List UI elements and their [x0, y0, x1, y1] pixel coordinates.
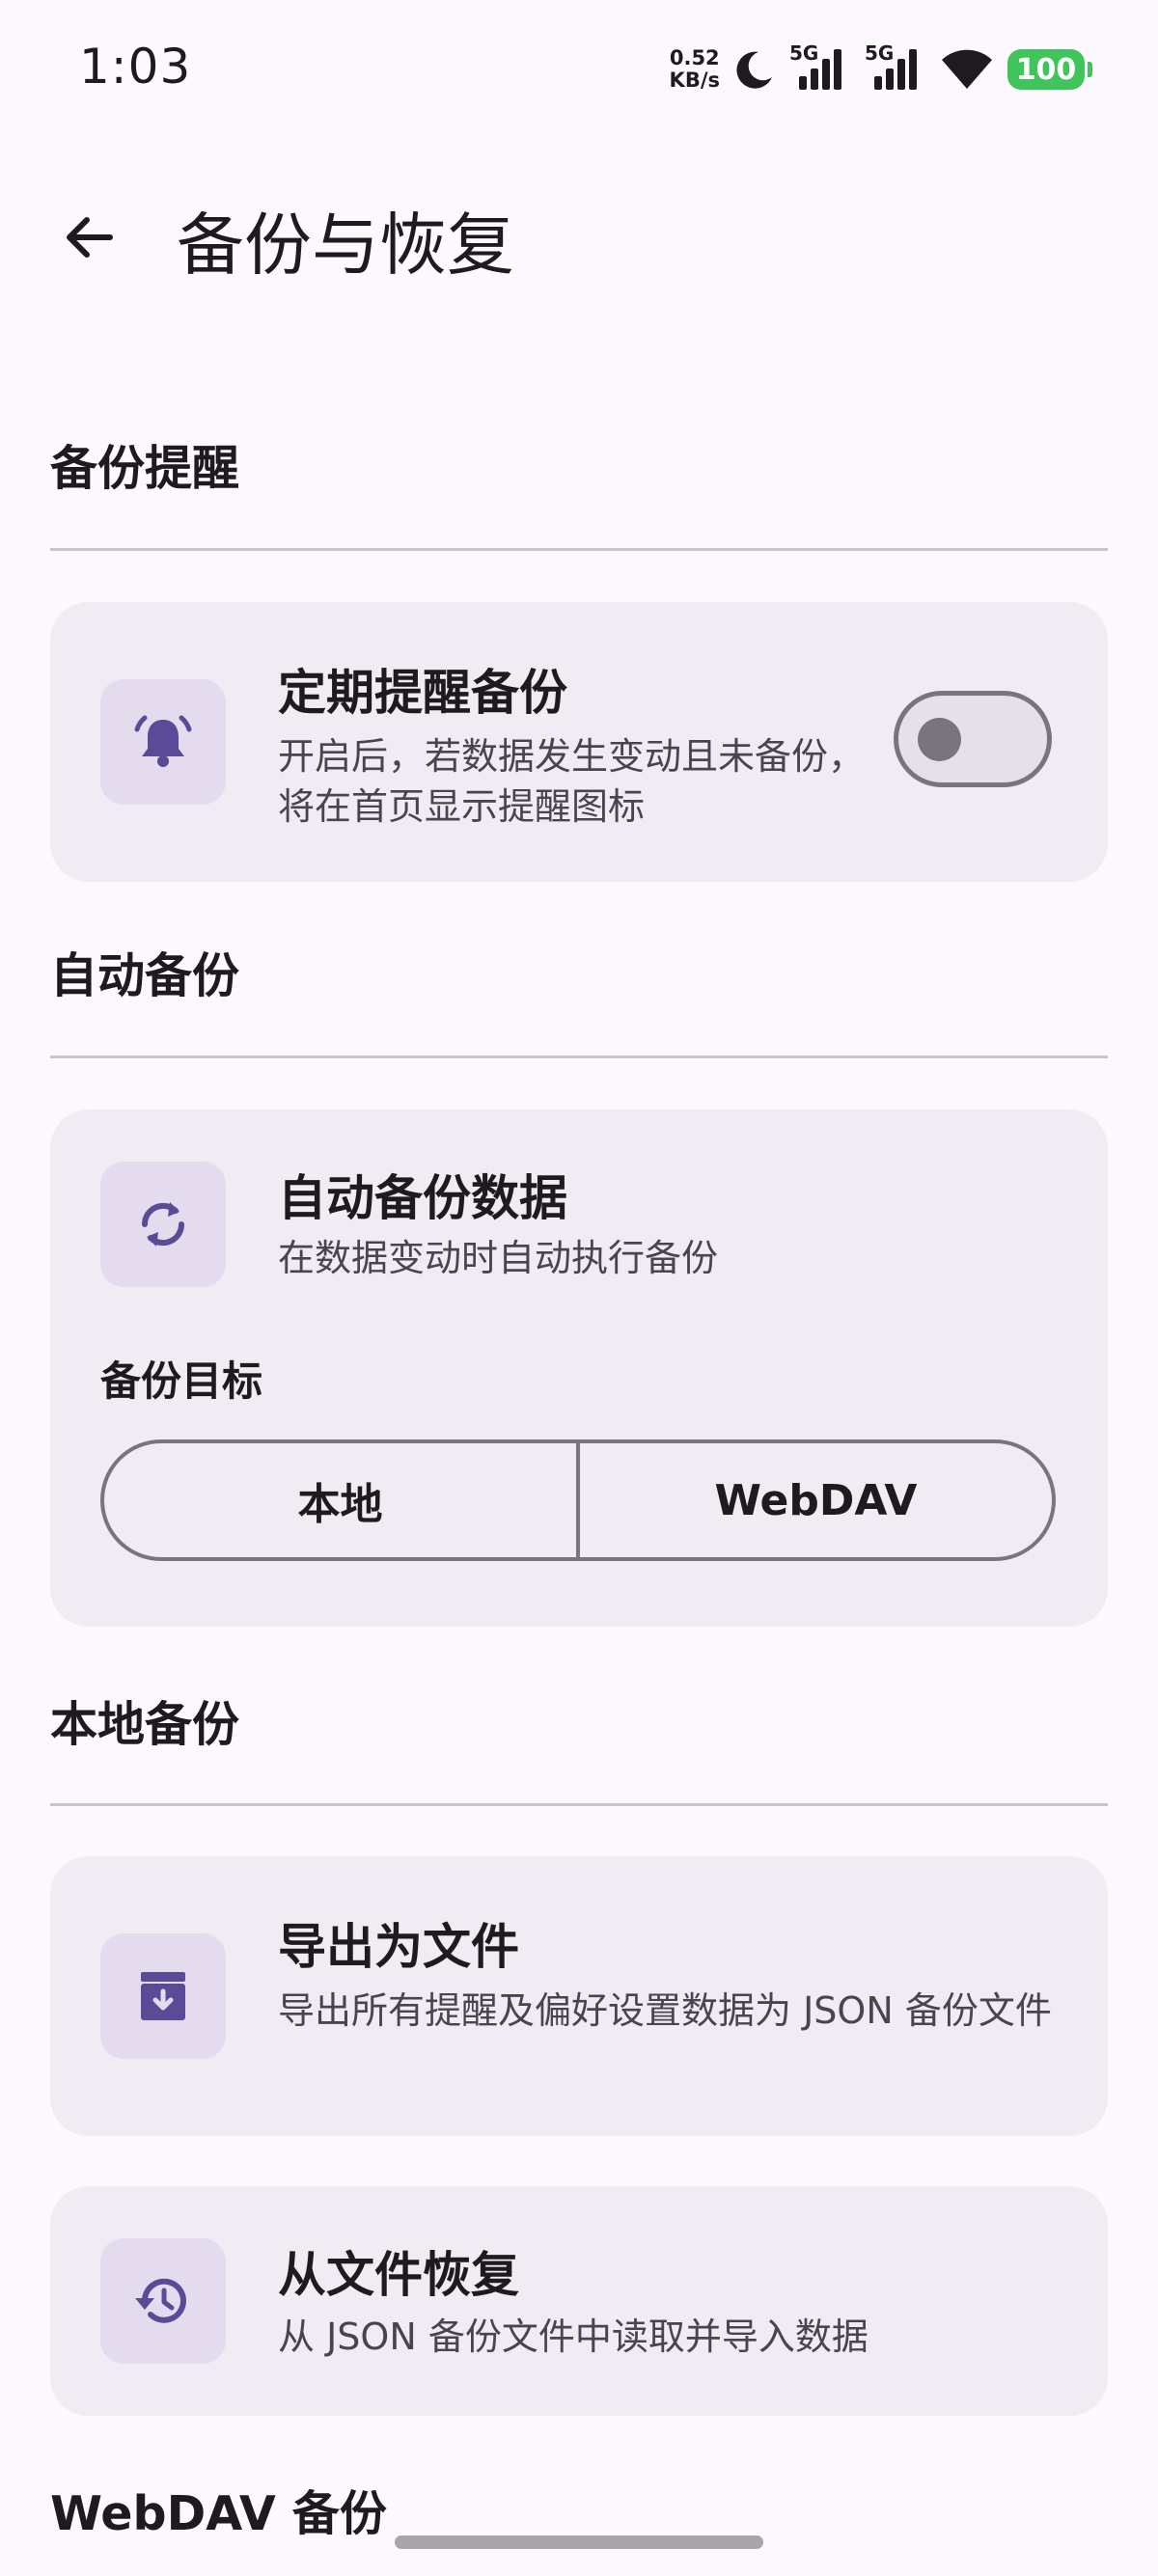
status-bar: 1:03 0.52 KB/s 5G 5G 100 [0, 0, 1158, 145]
section-title-webdav-backup: WebDAV 备份 [50, 2486, 387, 2541]
toggle-knob [918, 718, 961, 761]
icon-container [100, 1162, 226, 1287]
target-option-webdav[interactable]: WebDAV [576, 1443, 1052, 1557]
cellular-signal-1: 5G [789, 41, 851, 94]
section-title-local-backup: 本地备份 [50, 1697, 240, 1752]
icon-container [100, 679, 226, 805]
reminder-title: 定期提醒备份 [278, 665, 567, 721]
cellular-signal-2: 5G [865, 41, 926, 94]
reminder-toggle[interactable] [894, 691, 1052, 787]
wifi-icon [942, 49, 992, 89]
target-option-local[interactable]: 本地 [104, 1443, 576, 1557]
restore-description: 从 JSON 备份文件中读取并导入数据 [278, 2316, 868, 2358]
clock: 1:03 [79, 39, 192, 95]
battery-indicator: 100 [1007, 49, 1092, 90]
backup-target-selector: 本地 WebDAV [100, 1439, 1056, 1561]
reminder-description: 开启后，若数据发生变动且未备份，将在首页显示提醒图标 [278, 735, 866, 828]
home-indicator[interactable] [395, 2535, 763, 2549]
export-title: 导出为文件 [278, 1919, 519, 1975]
section-title-auto-backup: 自动备份 [50, 948, 240, 1003]
sync-icon [141, 1202, 185, 1247]
alarm-bell-icon [134, 715, 192, 767]
restore-title: 从文件恢复 [278, 2247, 519, 2303]
network-speed: 0.52 KB/s [670, 47, 720, 92]
arrow-left-icon [67, 217, 113, 258]
archive-download-icon [141, 1972, 185, 2020]
icon-container [100, 1933, 226, 2059]
network-speed-unit: KB/s [669, 69, 720, 92]
history-icon [135, 2278, 186, 2323]
moon-icon [736, 51, 772, 89]
signal-bars-icon [799, 49, 841, 90]
export-description: 导出所有提醒及偏好设置数据为 JSON 备份文件 [278, 1989, 1052, 2032]
auto-backup-description: 在数据变动时自动执行备份 [278, 1237, 719, 1279]
auto-backup-title: 自动备份数据 [278, 1170, 567, 1226]
icon-container [100, 2238, 226, 2364]
divider [50, 548, 1108, 551]
signal-bars-icon [874, 49, 917, 90]
page-title: 备份与恢复 [177, 206, 514, 285]
auto-backup-card: 自动备份数据 在数据变动时自动执行备份 备份目标 本地 WebDAV [50, 1110, 1108, 1627]
status-icons: 0.52 KB/s 5G 5G 100 [670, 41, 1092, 96]
section-title-reminder: 备份提醒 [50, 441, 240, 496]
export-file-card[interactable]: 导出为文件 导出所有提醒及偏好设置数据为 JSON 备份文件 [50, 1856, 1108, 2136]
restore-file-card[interactable]: 从文件恢复 从 JSON 备份文件中读取并导入数据 [50, 2186, 1108, 2416]
divider [50, 1803, 1108, 1806]
network-speed-value: 0.52 [669, 46, 720, 69]
backup-target-label: 备份目标 [100, 1357, 263, 1405]
reminder-card[interactable]: 定期提醒备份 开启后，若数据发生变动且未备份，将在首页显示提醒图标 [50, 602, 1108, 882]
app-bar: 备份与恢复 [0, 174, 1158, 299]
divider [50, 1055, 1108, 1058]
back-button[interactable] [50, 199, 127, 276]
